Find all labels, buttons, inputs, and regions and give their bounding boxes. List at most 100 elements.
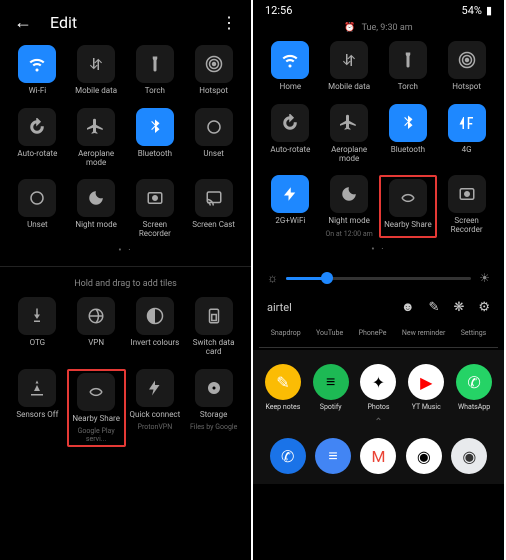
tile-rotate[interactable]: Auto-rotate — [261, 104, 320, 164]
drag-hint: Hold and drag to add tiles — [0, 271, 251, 297]
torch-icon — [389, 41, 427, 79]
invert-icon — [136, 297, 174, 335]
tile-nearby[interactable]: Nearby Share — [379, 175, 438, 238]
app-spotify[interactable]: ≡ Spotify — [307, 364, 355, 411]
tile-q[interactable]: Unset — [184, 108, 243, 168]
app-yt-music[interactable]: ▶YT Music — [402, 364, 450, 411]
date-text: Tue, 9:30 am — [362, 23, 413, 33]
sim-icon — [195, 297, 233, 335]
notification-row[interactable]: Snapdrop YouTube PhonePe New reminder Settin… — [259, 325, 498, 348]
tile-invert[interactable]: Invert colours — [126, 297, 185, 357]
tile-label: Nearby Share — [384, 221, 432, 230]
back-icon[interactable]: ← — [14, 12, 32, 33]
q-icon — [18, 179, 56, 217]
dock-app[interactable]: ≡ — [310, 438, 355, 474]
app-drawer-handle[interactable]: ⌃ — [259, 411, 498, 434]
dock-app[interactable]: ✆ — [265, 438, 310, 474]
hotspot-icon — [448, 41, 486, 79]
tile-label: Mobile data — [328, 83, 370, 92]
overflow-menu-icon[interactable]: ⋮ — [221, 13, 237, 32]
bt-icon — [136, 108, 174, 146]
tile-label: Hotspot — [199, 87, 228, 96]
tile-sim[interactable]: Switch data card — [184, 297, 243, 357]
bt-icon — [389, 104, 427, 142]
tile-plane[interactable]: Aeroplane mode — [67, 108, 126, 168]
dock-app[interactable]: M — [356, 438, 401, 474]
theme-icon[interactable]: ❋ — [453, 300, 464, 315]
notif-item[interactable]: PhonePe — [359, 329, 387, 337]
tile-hotspot[interactable]: Hotspot — [437, 41, 496, 92]
tile-label: Night mode — [75, 221, 116, 230]
plane-icon — [330, 104, 368, 142]
notif-item[interactable]: Settings — [461, 329, 487, 337]
app-icon: ≡ — [313, 364, 349, 400]
hotspot-icon — [195, 45, 233, 83]
tile-moon[interactable]: Night modeOn at 12:00 am — [320, 175, 379, 238]
tile-label: Aeroplane mode — [68, 150, 124, 168]
brightness-slider[interactable]: ☼ ☀ — [253, 261, 504, 295]
tile-bt[interactable]: Bluetooth — [379, 104, 438, 164]
user-icon[interactable]: ☻ — [401, 299, 415, 315]
tile-sensor[interactable]: Sensors Off — [8, 369, 67, 448]
tile-nearby[interactable]: Nearby ShareGoogle Play servi... — [67, 369, 126, 448]
tile-qc[interactable]: Quick connectProtonVPN — [126, 369, 185, 448]
tile-wifi[interactable]: Wi-Fi — [8, 45, 67, 96]
dock: ✆≡M◉◉ — [259, 434, 498, 484]
rec-icon — [448, 175, 486, 213]
tile-label: OTG — [30, 339, 46, 348]
tile-label: Invert colours — [131, 339, 180, 348]
tile-plane[interactable]: Aeroplane mode — [320, 104, 379, 164]
tile-hotspot[interactable]: Hotspot — [184, 45, 243, 96]
app-whatsapp[interactable]: ✆WhatsApp — [450, 364, 498, 411]
tile-label: Mobile data — [75, 87, 117, 96]
tile-label: Hotspot — [452, 83, 481, 92]
tile-4g[interactable]: 4G — [437, 104, 496, 164]
tile-torch[interactable]: Torch — [126, 45, 185, 96]
battery-percent: 54% — [462, 4, 482, 17]
tile-moon[interactable]: Night mode — [67, 179, 126, 239]
app-icon: ✆ — [456, 364, 492, 400]
tile-label: Aeroplane mode — [321, 146, 377, 164]
tile-label: Bluetooth — [138, 150, 172, 159]
page-title: Edit — [50, 13, 77, 32]
tile-bt[interactable]: Bluetooth — [126, 108, 185, 168]
app-label: Spotify — [320, 403, 342, 411]
tile-data[interactable]: Mobile data — [67, 45, 126, 96]
rotate-icon — [271, 104, 309, 142]
tile-rotate[interactable]: Auto-rotate — [8, 108, 67, 168]
edit-icon[interactable]: ✎ — [429, 300, 440, 315]
app-label: YT Music — [412, 403, 441, 411]
tile-label: Screen Recorder — [439, 217, 495, 235]
tile-data[interactable]: Mobile data — [320, 41, 379, 92]
tile-q[interactable]: Unset — [8, 179, 67, 239]
app-icon: ◉ — [451, 438, 487, 474]
brightness-track[interactable] — [286, 277, 471, 280]
tile-wifi[interactable]: Home — [261, 41, 320, 92]
tile-cast[interactable]: Screen Cast — [184, 179, 243, 239]
tile-rec[interactable]: Screen Recorder — [437, 175, 496, 238]
rec-icon — [136, 179, 174, 217]
notif-item[interactable]: YouTube — [316, 329, 343, 337]
tile-label: Storage — [200, 411, 228, 420]
tile-label: VPN — [88, 339, 104, 348]
tile-storage[interactable]: StorageFiles by Google — [184, 369, 243, 448]
data-icon — [77, 45, 115, 83]
tile-rec[interactable]: Screen Recorder — [126, 179, 185, 239]
tile-label: Auto-rotate — [17, 150, 57, 159]
tile-label: Switch data card — [186, 339, 242, 357]
tile-vpn[interactable]: VPN — [67, 297, 126, 357]
dock-app[interactable]: ◉ — [401, 438, 446, 474]
notif-item[interactable]: Snapdrop — [271, 329, 301, 337]
tile-torch[interactable]: Torch — [379, 41, 438, 92]
app-photos[interactable]: ✦Photos — [355, 364, 403, 411]
wifi-icon — [271, 41, 309, 79]
notif-item[interactable]: New reminder — [402, 329, 445, 337]
tile-label: Torch — [398, 83, 418, 92]
tile-2g[interactable]: 2G+WiFi — [261, 175, 320, 238]
app-keep-notes[interactable]: ✎Keep notes — [259, 364, 307, 411]
topbar: ← Edit ⋮ — [0, 0, 251, 45]
tile-otg[interactable]: OTG — [8, 297, 67, 357]
app-label: Keep notes — [265, 403, 300, 411]
settings-icon[interactable]: ⚙ — [478, 300, 490, 315]
dock-app[interactable]: ◉ — [447, 438, 492, 474]
